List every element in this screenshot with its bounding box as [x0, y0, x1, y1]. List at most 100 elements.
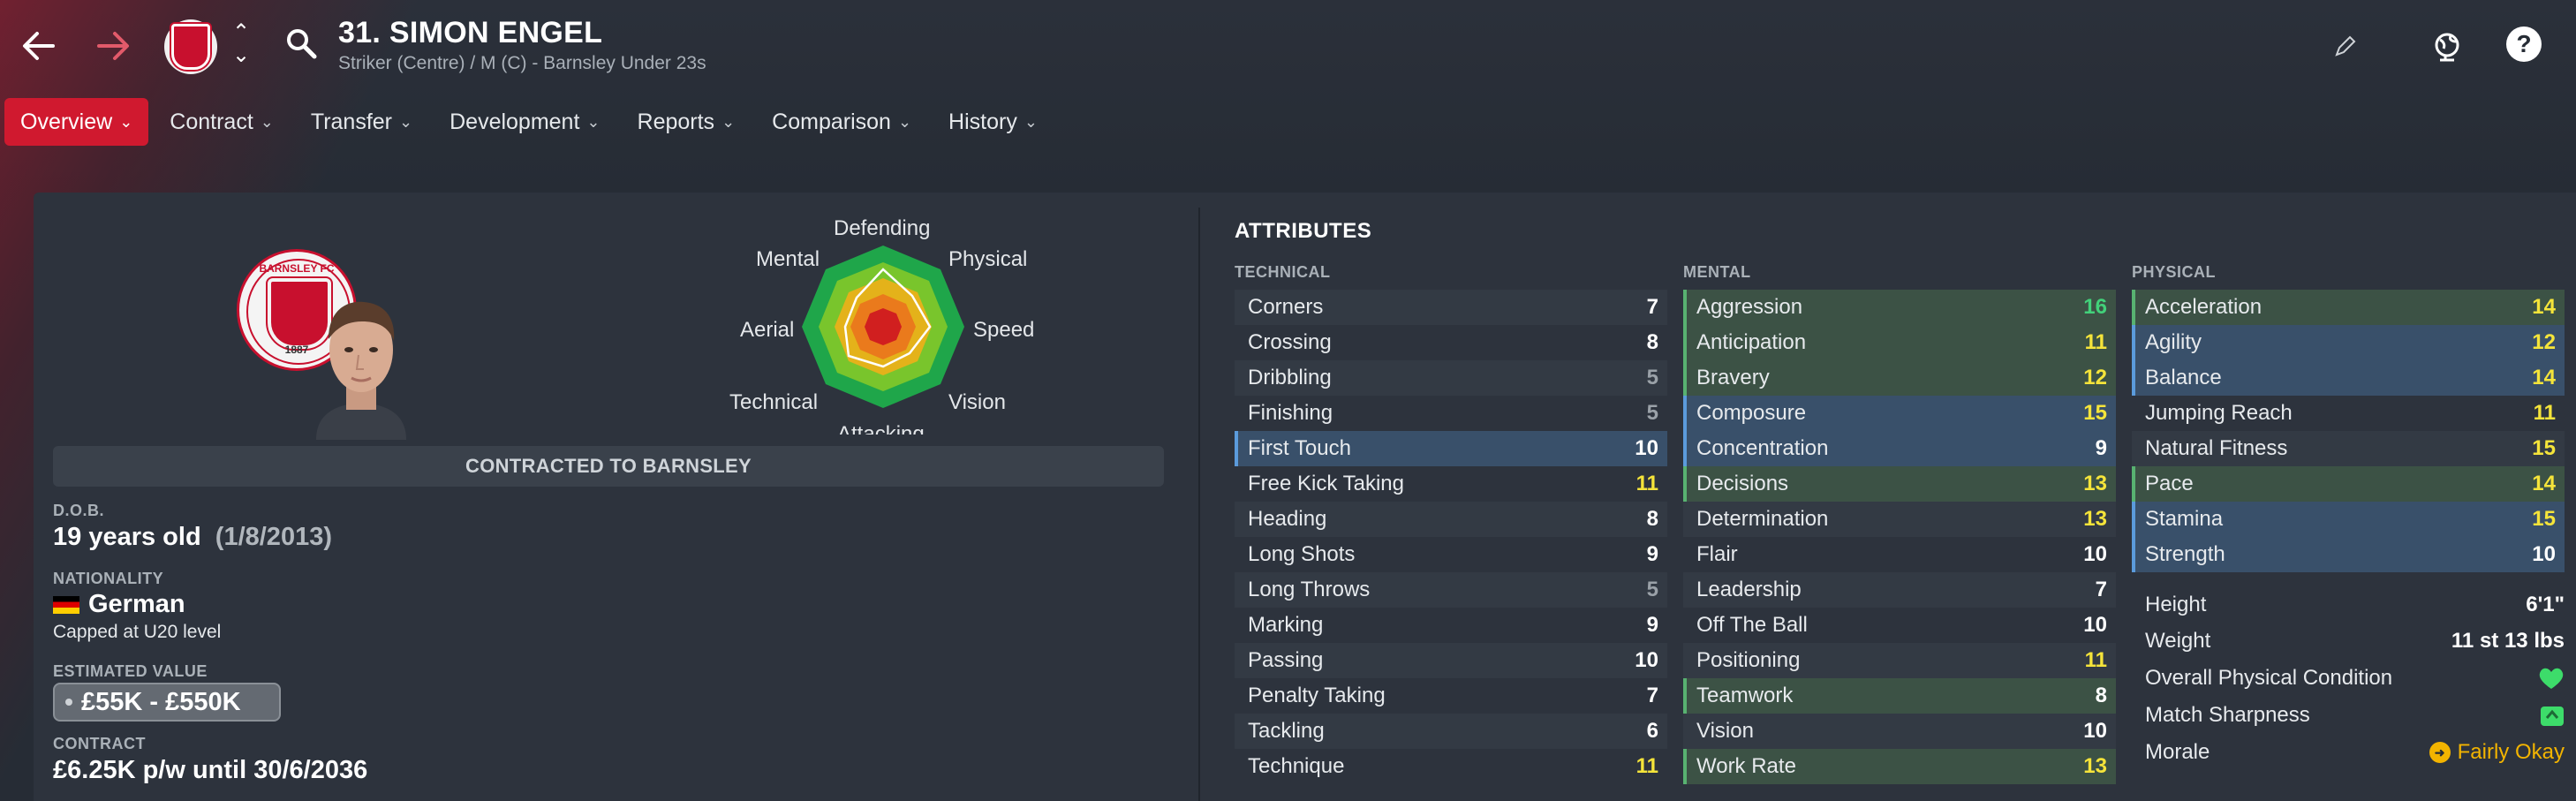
attr-row[interactable]: Strength 10 [2132, 537, 2565, 572]
attr-row[interactable]: Anticipation 11 [1683, 325, 2116, 360]
chevron-down-icon: ⌄ [586, 112, 601, 131]
back-button[interactable] [14, 21, 64, 71]
chevron-down-icon: ⌄ [721, 112, 736, 131]
attr-row[interactable]: Natural Fitness 15 [2132, 431, 2565, 466]
attr-row[interactable]: Tackling 6 [1235, 714, 1667, 749]
attr-row[interactable]: Penalty Taking 7 [1235, 678, 1667, 714]
top-bar: ⌃ ⌄ 31. SIMON ENGEL Striker (Centre) / M… [0, 0, 2576, 93]
chevron-down-icon: ⌄ [260, 112, 274, 131]
pencil-icon [2335, 35, 2356, 57]
contract-value: £6.25K p/w until 30/6/2036 [53, 756, 368, 784]
attr-row[interactable]: Composure 15 [1683, 396, 2116, 431]
attr-row[interactable]: Concentration 9 [1683, 431, 2116, 466]
player-face-image [316, 301, 406, 440]
condition-row[interactable]: Overall Physical Condition [2132, 661, 2565, 696]
attr-row[interactable]: Positioning 11 [1683, 643, 2116, 678]
radar-label-physical: Physical [948, 247, 1028, 271]
player-switch-arrows[interactable]: ⌃ ⌄ [228, 21, 254, 71]
chevron-down-icon: ⌄ [1024, 112, 1038, 131]
attributes-heading: ATTRIBUTES [1235, 219, 1372, 243]
attr-row[interactable]: Off The Ball 10 [1683, 608, 2116, 643]
attr-row[interactable]: Heading 8 [1235, 502, 1667, 537]
tab-reports[interactable]: Reports ⌄ [622, 98, 752, 146]
mental-heading: MENTAL [1683, 263, 1751, 281]
attr-row[interactable]: Aggression 16 [1683, 290, 2116, 325]
radar-chart [802, 246, 964, 408]
chevron-up-icon[interactable]: ⌃ [228, 21, 254, 44]
technical-heading: TECHNICAL [1235, 263, 1331, 281]
attr-row[interactable]: Corners 7 [1235, 290, 1667, 325]
tab-history[interactable]: History ⌄ [933, 98, 1054, 146]
tab-contract[interactable]: Contract ⌄ [154, 98, 290, 146]
weight-row: Weight 11 st 13 lbs [2145, 629, 2565, 653]
attr-row[interactable]: Decisions 13 [1683, 466, 2116, 502]
attr-row[interactable]: Teamwork 8 [1683, 678, 2116, 714]
tab-comparison[interactable]: Comparison ⌄ [756, 98, 927, 146]
attr-row[interactable]: Work Rate 13 [1683, 749, 2116, 784]
help-button[interactable]: ? [2506, 26, 2542, 62]
nationality-value[interactable]: German [53, 590, 185, 619]
radar-label-technical: Technical [729, 390, 819, 414]
attr-row[interactable]: Pace 14 [2132, 466, 2565, 502]
attr-row[interactable]: Passing 10 [1235, 643, 1667, 678]
radar-label-speed: Speed [973, 318, 1035, 342]
search-icon[interactable] [284, 26, 320, 62]
tag-icon [65, 699, 72, 706]
arrow-right-icon: ➜ [2429, 742, 2451, 763]
chevron-down-icon: ⌄ [897, 112, 912, 131]
attr-row[interactable]: Dribbling 5 [1235, 360, 1667, 396]
globe-icon [2435, 33, 2459, 62]
attr-row[interactable]: Vision 10 [1683, 714, 2116, 749]
club-crest-icon[interactable] [164, 19, 217, 74]
radar-label-aerial: Aerial [740, 318, 795, 342]
attr-row[interactable]: Finishing 5 [1235, 396, 1667, 431]
value-label: ESTIMATED VALUE [53, 662, 208, 680]
attr-row[interactable]: Determination 13 [1683, 502, 2116, 537]
sharpness-row[interactable]: Match Sharpness [2132, 698, 2565, 733]
player-subtitle: Striker (Centre) / M (C) - Barnsley Unde… [338, 53, 706, 73]
radar-label-mental: Mental [756, 247, 820, 271]
attr-row[interactable]: Technique 11 [1235, 749, 1667, 784]
attr-row[interactable]: Free Kick Taking 11 [1235, 466, 1667, 502]
physical-heading: PHYSICAL [2132, 263, 2217, 281]
attr-row[interactable]: First Touch 10 [1235, 431, 1667, 466]
forward-button[interactable] [88, 21, 138, 71]
morale-row[interactable]: Morale ➜ Fairly Okay [2132, 735, 2565, 770]
tab-transfer[interactable]: Transfer ⌄ [295, 98, 428, 146]
nationality-label: NATIONALITY [53, 570, 164, 587]
attr-row[interactable]: Leadership 7 [1683, 572, 2116, 608]
tab-development[interactable]: Development ⌄ [434, 98, 616, 146]
attr-row[interactable]: Balance 14 [2132, 360, 2565, 396]
physical-attributes: Acceleration 14 Agility 12 Balance 14 Jumpi… [2132, 290, 2565, 572]
player-title: 31. SIMON ENGEL [338, 16, 603, 49]
attr-row[interactable]: Stamina 15 [2132, 502, 2565, 537]
attr-row[interactable]: Long Throws 5 [1235, 572, 1667, 608]
germany-flag-icon [53, 596, 79, 615]
attr-row[interactable]: Jumping Reach 11 [2132, 396, 2565, 431]
dob-label: D.O.B. [53, 502, 105, 519]
contract-status-banner: CONTRACTED TO BARNSLEY [53, 446, 1164, 487]
radar-label-vision: Vision [948, 390, 1006, 414]
mental-attributes: Aggression 16 Anticipation 11 Bravery 12 Co… [1683, 290, 2116, 784]
chevron-down-icon[interactable]: ⌄ [228, 44, 254, 67]
contract-label: CONTRACT [53, 735, 146, 752]
attr-row[interactable]: Bravery 12 [1683, 360, 2116, 396]
edit-button[interactable] [2324, 26, 2365, 67]
attr-row[interactable]: Agility 12 [2132, 325, 2565, 360]
attr-row[interactable]: Acceleration 14 [2132, 290, 2565, 325]
height-row: Height 6'1" [2145, 593, 2565, 616]
estimated-value-pill[interactable]: £55K - £550K [53, 683, 281, 722]
attr-row[interactable]: Flair 10 [1683, 537, 2116, 572]
attr-row[interactable]: Long Shots 9 [1235, 537, 1667, 572]
radar-label-defending: Defending [834, 216, 931, 240]
arrow-left-icon [23, 32, 55, 60]
globe-button[interactable] [2427, 26, 2467, 67]
age-value: 19 years old (1/8/2013) [53, 523, 332, 551]
tab-overview[interactable]: Overview ⌄ [4, 98, 149, 146]
attr-row[interactable]: Crossing 8 [1235, 325, 1667, 360]
chevron-down-icon: ⌄ [119, 112, 133, 131]
attr-row[interactable]: Marking 9 [1235, 608, 1667, 643]
chevron-down-icon: ⌄ [399, 112, 413, 131]
question-icon: ? [2516, 30, 2532, 57]
dob-value: (1/8/2013) [215, 523, 332, 551]
